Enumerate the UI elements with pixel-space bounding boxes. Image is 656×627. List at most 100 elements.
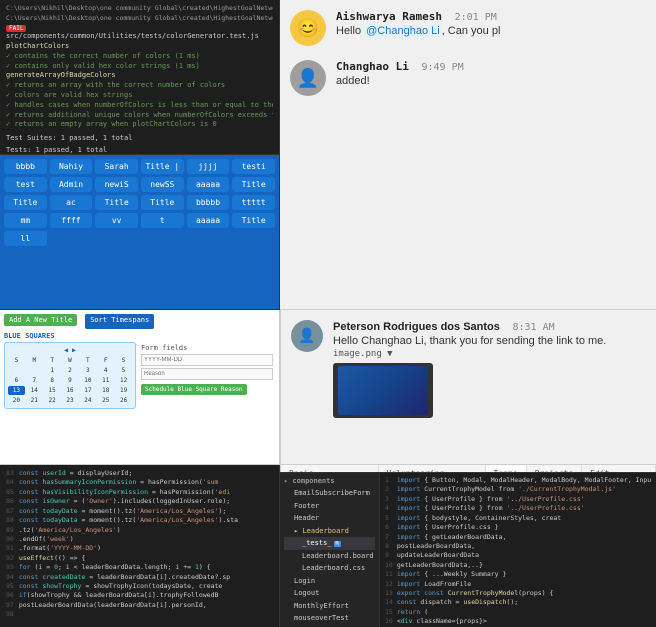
tag-item[interactable]: Title [141, 195, 184, 210]
line-numbers-right: 1234567891011121314151617181920 [385, 476, 393, 624]
code-line: import { ...Weekly Summary } [397, 570, 651, 579]
file-tree-item-mouseover[interactable]: mouseoverTest [284, 612, 375, 625]
code-line: return ( [397, 608, 651, 617]
sort-timespans-button[interactable]: Sort Timespans [85, 314, 154, 329]
code-content-right: import { Button, Modal, ModalHeader, Mod… [397, 476, 651, 624]
tag-item[interactable]: Title [232, 213, 275, 228]
code-line: import { bodystyle, ContainerStyles, cre… [397, 514, 651, 523]
form-row-1 [141, 354, 273, 366]
mini-calendar: ◀ ▶ S M T W T F S 1 2 3 4 [4, 342, 136, 409]
file-tree-item[interactable]: EmailSubscribeForm [284, 487, 375, 500]
code-line: const dispatch = useDispatch(); [397, 598, 651, 607]
chat-content-3: Peterson Rodrigues dos Santos 8:31 AM He… [333, 320, 646, 418]
chat-panel-lower: 👤 Peterson Rodrigues dos Santos 8:31 AM … [280, 310, 656, 465]
tag-item[interactable]: ttttt [232, 195, 275, 210]
code-line: useEffect(() => { [19, 554, 273, 563]
code-line: <div className={props}> [397, 617, 651, 624]
chat-content-2: Changhao Li 9:49 PM added! [336, 60, 646, 87]
chat-content-1: Aishwarya Ramesh 2:01 PM Hello @Changhao… [336, 10, 646, 37]
form-row-2 [141, 368, 273, 380]
thumbnail-preview [338, 366, 428, 416]
code-line: const isOwner = ('Owner').includes(logge… [19, 497, 273, 506]
explorer-label: ▸ components [284, 477, 375, 485]
calendar-days: S M T W T F S 1 2 3 4 5 6 [8, 356, 132, 405]
chat-sender-2: Changhao Li 9:49 PM [336, 60, 646, 73]
chat-sender-1: Aishwarya Ramesh 2:01 PM [336, 10, 646, 23]
chat-text-3: Hello Changhao Li, thank you for sending… [333, 335, 646, 347]
code-line: plotChartColors [6, 42, 273, 52]
file-tree-item-leaderboard-board[interactable]: Leaderboard.board...M [284, 550, 375, 563]
tag-item[interactable]: ac [50, 195, 93, 210]
tag-item[interactable]: Title | [141, 159, 184, 174]
avatar-peterson: 👤 [291, 320, 323, 352]
tag-item[interactable]: test [4, 177, 47, 192]
schedule-blue-square-button[interactable]: Schedule Blue Square Reason [141, 384, 247, 395]
line-numbers: 83848586878889909192939495969798 [6, 469, 14, 623]
tag-item[interactable]: ll [4, 231, 47, 246]
blue-squares-label: BLUE SQUARES [4, 332, 275, 340]
file-tree-item-leaderboard-css[interactable]: Leaderboard.css [284, 562, 375, 575]
tag-item[interactable]: bbbb [4, 159, 47, 174]
code-line: export const CurrentTrophyModel(props) { [397, 589, 651, 598]
code-panel-right: 1234567891011121314151617181920 import {… [380, 473, 656, 627]
tag-item[interactable]: t [141, 213, 184, 228]
tag-item[interactable]: newiS [95, 177, 138, 192]
file-tree-item[interactable]: Header [284, 512, 375, 525]
code-line: const createdDate = leaderBoardData[i].c… [19, 573, 273, 582]
code-line: ✓ handles cases when numberOfColors is l… [6, 101, 273, 111]
tag-item[interactable]: Nahiy [50, 159, 93, 174]
code-line: import { UserProfile.css } [397, 523, 651, 532]
file-tree-folder-leaderboard[interactable]: ▸ Leaderboard [284, 525, 375, 538]
code-line: const hasSummaryIconPermission = hasPerm… [19, 478, 273, 487]
avatar-aishwarya: 😊 [290, 10, 326, 46]
code-line: import LoadFromFile [397, 580, 651, 589]
tag-item[interactable]: bbbbb [187, 195, 230, 210]
add-title-button[interactable]: Add A New Title [4, 314, 77, 326]
code-line: const hasVisibilityIconPermission = hasP… [19, 488, 273, 497]
tag-item[interactable]: testi [232, 159, 275, 174]
code-line: .format('YYYY-MM-DD') [19, 544, 273, 553]
code-content: const userId = displayUserId; const hasS… [19, 469, 273, 623]
tag-item[interactable]: aaaaa [187, 213, 230, 228]
tag-item[interactable]: ffff [50, 213, 93, 228]
form-label: Form fields [141, 344, 273, 352]
tag-item[interactable]: Title [95, 195, 138, 210]
tag-item[interactable]: aaaaa [187, 177, 230, 192]
reason-input[interactable] [141, 368, 273, 380]
tag-item[interactable]: Admin [50, 177, 93, 192]
code-panel-top: C:\Users\Nikhil\Desktop\one community Gl… [0, 0, 280, 155]
tag-item[interactable]: Sarah [95, 159, 138, 174]
tag-item[interactable]: jjjj [187, 159, 230, 174]
file-tree-item-tests[interactable]: _tests_M [284, 537, 375, 550]
code-line: const todayData = moment().tz('America/L… [19, 516, 273, 525]
mention: @Changhao Li [364, 25, 442, 37]
image-thumbnail [333, 363, 433, 418]
file-tree-item[interactable]: Footer [284, 500, 375, 513]
code-line: const todayDate = moment().tz('America/L… [19, 507, 273, 516]
chat-panel-top: 😊 Aishwarya Ramesh 2:01 PM Hello @Changh… [280, 0, 656, 310]
test-suites-result: Test Suites: 1 passed, 1 total [6, 134, 273, 142]
date-input[interactable] [141, 354, 273, 366]
code-line: ✓ returns an array with the correct numb… [6, 81, 273, 91]
code-line: const showTrophy = showTrophyIcon(todays… [19, 582, 273, 591]
code-line: const userId = displayUserId; [19, 469, 273, 478]
code-line: for (i = 0; i < leaderBoardData.length; … [19, 563, 273, 572]
code-line: generateArrayOfBadgeColors [6, 71, 273, 81]
code-line: postLeaderBoardData, [397, 542, 651, 551]
file-tree-item-monthly[interactable]: MonthlyEffort [284, 600, 375, 613]
code-line: ✓ returns an empty array when plotChartC… [6, 120, 273, 130]
tag-item[interactable]: Title [4, 195, 47, 210]
chat-message-2: 👤 Changhao Li 9:49 PM added! [290, 60, 646, 96]
code-line: import { UserProfile } from '../UserProf… [397, 504, 651, 513]
tag-item[interactable]: Title [232, 177, 275, 192]
code-line: if(showTrophy && leaderBoardData[i].trop… [19, 591, 273, 600]
file-tree-item-login[interactable]: Login [284, 575, 375, 588]
tag-item[interactable]: mm [4, 213, 47, 228]
code-line: ✓ contains only valid hex color strings … [6, 62, 273, 72]
tag-grid: bbbb Nahiy Sarah Title | jjjj testi test… [4, 159, 275, 246]
code-line: import { UserProfile } from '../UserProf… [397, 495, 651, 504]
file-tree-item-logout[interactable]: Logout [284, 587, 375, 600]
tag-item[interactable]: newSS [141, 177, 184, 192]
tag-item[interactable]: vv [95, 213, 138, 228]
code-line: .endOf('week') [19, 535, 273, 544]
